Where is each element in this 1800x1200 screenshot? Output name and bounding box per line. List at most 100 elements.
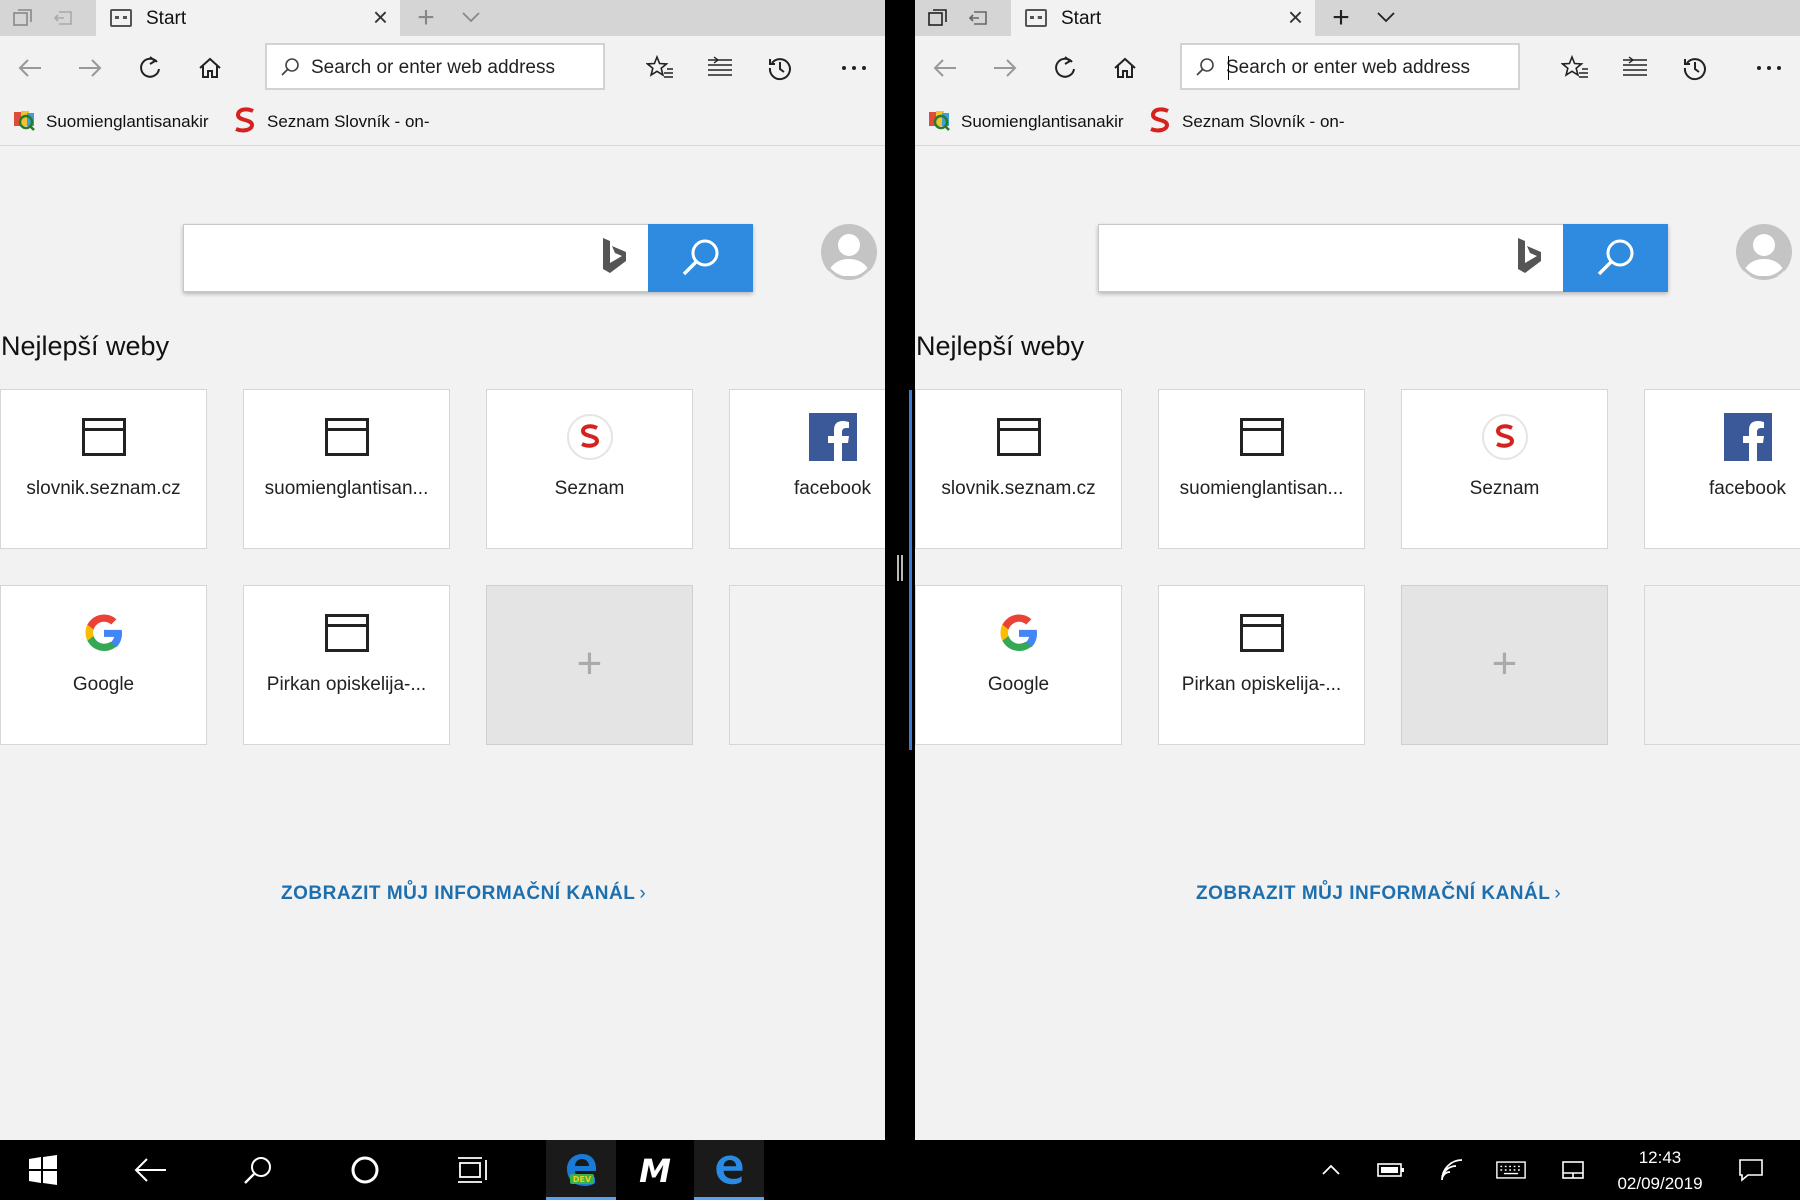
bing-search-button[interactable] (648, 224, 753, 292)
favorites-star-icon[interactable] (1557, 50, 1593, 86)
history-icon[interactable] (762, 50, 798, 86)
home-icon[interactable] (1107, 50, 1143, 86)
back-icon[interactable] (927, 50, 963, 86)
action-center-icon[interactable] (1736, 1156, 1766, 1184)
plus-icon: + (1491, 639, 1518, 688)
new-tab-icon[interactable]: + (1323, 0, 1359, 36)
top-site-tile[interactable]: slovnik.seznam.cz (0, 389, 207, 549)
task-view-icon[interactable] (438, 1140, 508, 1200)
close-tab-icon[interactable]: × (1288, 2, 1303, 32)
more-menu-icon[interactable] (1751, 50, 1787, 86)
browser-pane-right: Start × + Search or enter web address Su… (915, 0, 1800, 1140)
bing-search-box[interactable] (1098, 224, 1668, 292)
add-site-tile[interactable]: + (486, 585, 693, 745)
top-site-tile[interactable]: slovnik.seznam.cz (915, 389, 1122, 549)
tabs-aside-icon[interactable] (48, 3, 78, 33)
new-tab-icon[interactable]: + (408, 0, 444, 36)
wifi-icon[interactable] (1438, 1156, 1468, 1184)
empty-site-tile[interactable] (729, 585, 885, 745)
tab-list-chevron-icon[interactable] (1371, 2, 1401, 32)
top-site-tile[interactable]: facebook (1644, 389, 1800, 549)
top-site-tile[interactable]: Seznam (486, 389, 693, 549)
seznam-s-icon (1148, 106, 1172, 138)
chevron-right-icon: › (639, 883, 647, 904)
tile-label: slovnik.seznam.cz (941, 478, 1096, 499)
close-tab-icon[interactable]: × (373, 2, 388, 32)
search-icon[interactable] (223, 1140, 293, 1200)
history-icon[interactable] (1677, 50, 1713, 86)
more-menu-icon[interactable] (836, 50, 872, 86)
top-site-tile[interactable]: Pirkan opiskelija-... (243, 585, 450, 745)
favorites-bar: Suomienglantisanakir Seznam Slovník - on… (0, 98, 885, 146)
tab-list-chevron-icon[interactable] (456, 2, 486, 32)
home-icon[interactable] (192, 50, 228, 86)
show-news-feed-link[interactable]: ZOBRAZIT MŮJ INFORMAČNÍ KANÁL › (281, 883, 646, 905)
favorite-item[interactable]: Suomienglantisanakir (927, 109, 1124, 135)
address-bar[interactable]: Search or enter web address (1180, 43, 1520, 90)
edge-icon[interactable] (694, 1140, 764, 1200)
tabs-aside-icon[interactable] (963, 3, 993, 33)
tab-strip: Start × + (915, 0, 1800, 36)
edge-dev-badge: DEV (573, 1175, 592, 1184)
forward-icon[interactable] (72, 50, 108, 86)
favorite-item[interactable]: Seznam Slovník - on- (233, 106, 430, 135)
windows-start-icon[interactable] (8, 1140, 78, 1200)
add-site-tile[interactable]: + (1401, 585, 1608, 745)
facebook-logo-icon (808, 413, 857, 461)
reading-list-icon[interactable] (702, 50, 738, 86)
generic-site-icon (995, 415, 1043, 459)
generic-site-icon (323, 415, 371, 459)
m-app-icon[interactable]: M (620, 1140, 690, 1200)
top-site-tile[interactable]: facebook (729, 389, 885, 549)
top-site-tile[interactable]: Google (915, 585, 1122, 745)
tile-label: Pirkan opiskelija-... (266, 674, 427, 695)
favorite-label: Suomienglantisanakir (961, 112, 1124, 131)
refresh-icon[interactable] (132, 50, 168, 86)
tab-start[interactable]: Start × (96, 0, 400, 36)
empty-site-tile[interactable] (1644, 585, 1800, 745)
set-aside-tabs-icon[interactable] (8, 3, 38, 33)
touchpad-icon[interactable] (1558, 1156, 1588, 1184)
feed-link-text: ZOBRAZIT MŮJ INFORMAČNÍ KANÁL (1196, 883, 1551, 904)
address-toolbar: Search or enter web address (0, 36, 885, 98)
system-clock[interactable]: 12:43 02/09/2019 (1595, 1145, 1725, 1197)
set-aside-tabs-icon[interactable] (923, 3, 953, 33)
favorite-item[interactable]: Seznam Slovník - on- (1148, 106, 1345, 138)
favorite-item[interactable]: Suomienglantisanakir (12, 109, 209, 135)
chevron-up-icon[interactable] (1316, 1156, 1346, 1184)
top-site-tile[interactable]: Pirkan opiskelija-... (1158, 585, 1365, 745)
keyboard-icon[interactable] (1496, 1156, 1526, 1184)
refresh-icon[interactable] (1047, 50, 1083, 86)
bing-search-box[interactable] (183, 224, 753, 292)
resize-handle-icon[interactable] (897, 555, 903, 581)
tab-start[interactable]: Start × (1011, 0, 1315, 36)
favorite-label: Suomienglantisanakir (46, 112, 209, 131)
bing-search-button[interactable] (1563, 224, 1668, 292)
top-site-tile[interactable]: Seznam (1401, 389, 1608, 549)
favorites-star-icon[interactable] (642, 50, 678, 86)
address-toolbar: Search or enter web address (915, 36, 1800, 98)
back-icon[interactable] (12, 50, 48, 86)
show-news-feed-link[interactable]: ZOBRAZIT MŮJ INFORMAČNÍ KANÁL › (1196, 883, 1561, 905)
profile-avatar[interactable] (1736, 224, 1792, 280)
google-logo-icon (995, 611, 1043, 655)
top-site-tile[interactable]: suomienglantisan... (1158, 389, 1365, 549)
dictionary-favicon-icon (927, 108, 951, 137)
search-icon (1194, 56, 1216, 78)
top-sites-title: Nejlepší weby (1, 331, 170, 361)
forward-icon[interactable] (987, 50, 1023, 86)
tile-label: Google (72, 674, 135, 695)
back-arrow-icon[interactable] (115, 1140, 185, 1200)
top-site-tile[interactable]: suomienglantisan... (243, 389, 450, 549)
clock-time: 12:43 (1638, 1148, 1682, 1167)
battery-icon[interactable] (1376, 1156, 1406, 1184)
cortana-icon[interactable] (330, 1140, 400, 1200)
start-page-icon (110, 9, 132, 27)
profile-avatar[interactable] (821, 224, 877, 280)
split-view-divider[interactable] (885, 0, 915, 1140)
reading-list-icon[interactable] (1617, 50, 1653, 86)
edge-dev-icon[interactable]: DEV (546, 1140, 616, 1200)
top-site-tile[interactable]: Google (0, 585, 207, 745)
m-app-letter: M (639, 1154, 671, 1186)
address-bar[interactable]: Search or enter web address (265, 43, 605, 90)
